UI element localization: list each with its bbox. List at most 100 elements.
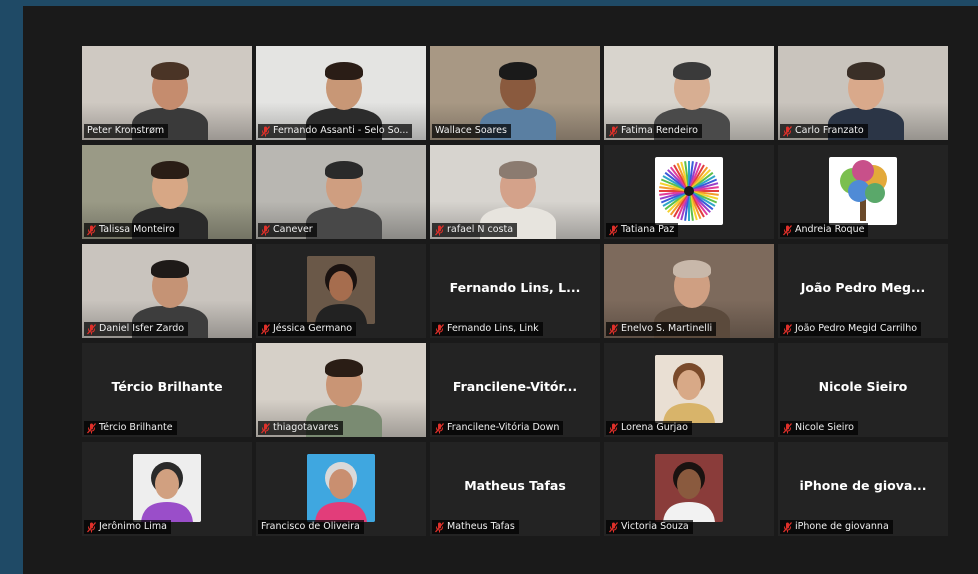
participant-name: Talissa Monteiro: [99, 224, 175, 235]
participant-tile[interactable]: Fernando Assanti - Selo So...: [256, 46, 426, 140]
participant-tile[interactable]: Jéssica Germano: [256, 244, 426, 338]
muted-mic-icon: [783, 125, 792, 137]
participant-name-label: Jéssica Germano: [258, 322, 357, 336]
participant-tile[interactable]: Lorena Gurjao: [604, 343, 774, 437]
muted-mic-icon: [435, 521, 444, 533]
muted-mic-icon: [435, 323, 444, 335]
participant-tile[interactable]: Jerônimo Lima: [82, 442, 252, 536]
participant-name: Daniel Isfer Zardo: [99, 323, 185, 334]
profile-picture: [307, 454, 375, 522]
muted-mic-icon: [783, 422, 792, 434]
participant-tile[interactable]: Canever: [256, 145, 426, 239]
participant-tile[interactable]: Enelvo S. Martinelli: [604, 244, 774, 338]
participant-tile[interactable]: Wallace Soares: [430, 46, 600, 140]
participant-tile[interactable]: Matheus Tafas Matheus Tafas: [430, 442, 600, 536]
muted-mic-icon: [609, 224, 618, 236]
participant-name-label: Fernando Assanti - Selo So...: [258, 124, 413, 138]
participant-name-label: Tatiana Paz: [606, 223, 679, 237]
participant-name: Tatiana Paz: [621, 224, 675, 235]
participant-tile[interactable]: João Pedro Meg... João Pedro Megid Carril…: [778, 244, 948, 338]
participant-name: Jéssica Germano: [273, 323, 353, 334]
participant-name: Francisco de Oliveira: [261, 521, 360, 532]
participant-name: rafael N costa: [447, 224, 514, 235]
muted-mic-icon: [435, 422, 444, 434]
participant-name: João Pedro Megid Carrilho: [795, 323, 918, 334]
muted-mic-icon: [609, 422, 618, 434]
participant-name: Fatima Rendeiro: [621, 125, 698, 136]
participant-name-label: Lorena Gurjao: [606, 421, 692, 435]
participant-tile[interactable]: Tatiana Paz: [604, 145, 774, 239]
participant-name: Fernando Assanti - Selo So...: [273, 125, 409, 136]
muted-mic-icon: [783, 323, 792, 335]
participant-tile[interactable]: Carlo Franzato: [778, 46, 948, 140]
participant-name: Matheus Tafas: [447, 521, 515, 532]
participant-name-label: Victoria Souza: [606, 520, 693, 534]
muted-mic-icon: [609, 125, 618, 137]
participant-display-name: João Pedro Meg...: [800, 280, 926, 295]
participant-tile[interactable]: Fernando Lins, L... Fernando Lins, Link: [430, 244, 600, 338]
muted-mic-icon: [609, 323, 618, 335]
muted-mic-icon: [87, 323, 96, 335]
muted-mic-icon: [435, 224, 444, 236]
profile-picture: [307, 256, 375, 324]
participant-name: Francilene-Vitória Down: [447, 422, 560, 433]
muted-mic-icon: [261, 323, 270, 335]
participant-tile[interactable]: Tércio Brilhante Tércio Brilhante: [82, 343, 252, 437]
muted-mic-icon: [783, 521, 792, 533]
participant-name-label: Talissa Monteiro: [84, 223, 179, 237]
participant-display-name: Matheus Tafas: [464, 478, 566, 493]
participant-display-name: Francilene-Vitór...: [452, 379, 578, 394]
participant-name-label: Francilene-Vitória Down: [432, 421, 564, 435]
muted-mic-icon: [609, 521, 618, 533]
participant-name: Jerônimo Lima: [99, 521, 167, 532]
participant-name: Fernando Lins, Link: [447, 323, 539, 334]
participant-name: Victoria Souza: [621, 521, 689, 532]
participant-tile[interactable]: iPhone de giova... iPhone de giovanna: [778, 442, 948, 536]
muted-mic-icon: [87, 224, 96, 236]
participant-name-label: Carlo Franzato: [780, 124, 868, 138]
participant-name: Carlo Franzato: [795, 125, 864, 136]
participant-name-label: Tércio Brilhante: [84, 421, 177, 435]
muted-mic-icon: [783, 224, 792, 236]
participant-name: Andreia Roque: [795, 224, 865, 235]
participant-tile[interactable]: Daniel Isfer Zardo: [82, 244, 252, 338]
profile-picture: [133, 454, 201, 522]
participant-name: thiagotavares: [273, 422, 339, 433]
participant-name: Nicole Sieiro: [795, 422, 854, 433]
participant-name-label: Nicole Sieiro: [780, 421, 858, 435]
participant-tile[interactable]: thiagotavares: [256, 343, 426, 437]
muted-mic-icon: [261, 125, 270, 137]
muted-mic-icon: [87, 521, 96, 533]
participant-tile[interactable]: Peter Kronstrøm: [82, 46, 252, 140]
participant-tile[interactable]: Nicole Sieiro Nicole Sieiro: [778, 343, 948, 437]
profile-picture: [655, 454, 723, 522]
participant-gallery: Peter Kronstrøm Fernando Assanti - Selo S…: [82, 46, 948, 536]
participant-tile[interactable]: Talissa Monteiro: [82, 145, 252, 239]
participant-name: Enelvo S. Martinelli: [621, 323, 713, 334]
participant-name-label: Francisco de Oliveira: [258, 520, 364, 534]
participant-tile[interactable]: Andreia Roque: [778, 145, 948, 239]
participant-tile[interactable]: Victoria Souza: [604, 442, 774, 536]
participant-tile[interactable]: Francisco de Oliveira: [256, 442, 426, 536]
participant-name-label: Matheus Tafas: [432, 520, 519, 534]
participant-tile[interactable]: Francilene-Vitór... Francilene-Vitória Do…: [430, 343, 600, 437]
participant-name: Lorena Gurjao: [621, 422, 688, 433]
participant-name-label: Andreia Roque: [780, 223, 869, 237]
participant-name-label: thiagotavares: [258, 421, 343, 435]
profile-picture: [655, 157, 723, 225]
participant-name: Canever: [273, 224, 313, 235]
profile-picture: [829, 157, 897, 225]
participant-display-name: Nicole Sieiro: [818, 379, 908, 394]
participant-name-label: Wallace Soares: [432, 124, 511, 138]
participant-name-label: Fernando Lins, Link: [432, 322, 543, 336]
participant-name-label: Fatima Rendeiro: [606, 124, 702, 138]
participant-name-label: João Pedro Megid Carrilho: [780, 322, 922, 336]
participant-name: Wallace Soares: [435, 125, 507, 136]
participant-display-name: iPhone de giova...: [799, 478, 927, 493]
participant-tile[interactable]: rafael N costa: [430, 145, 600, 239]
muted-mic-icon: [87, 422, 96, 434]
muted-mic-icon: [261, 224, 270, 236]
participant-name-label: Canever: [258, 223, 317, 237]
participant-tile[interactable]: Fatima Rendeiro: [604, 46, 774, 140]
profile-picture: [655, 355, 723, 423]
